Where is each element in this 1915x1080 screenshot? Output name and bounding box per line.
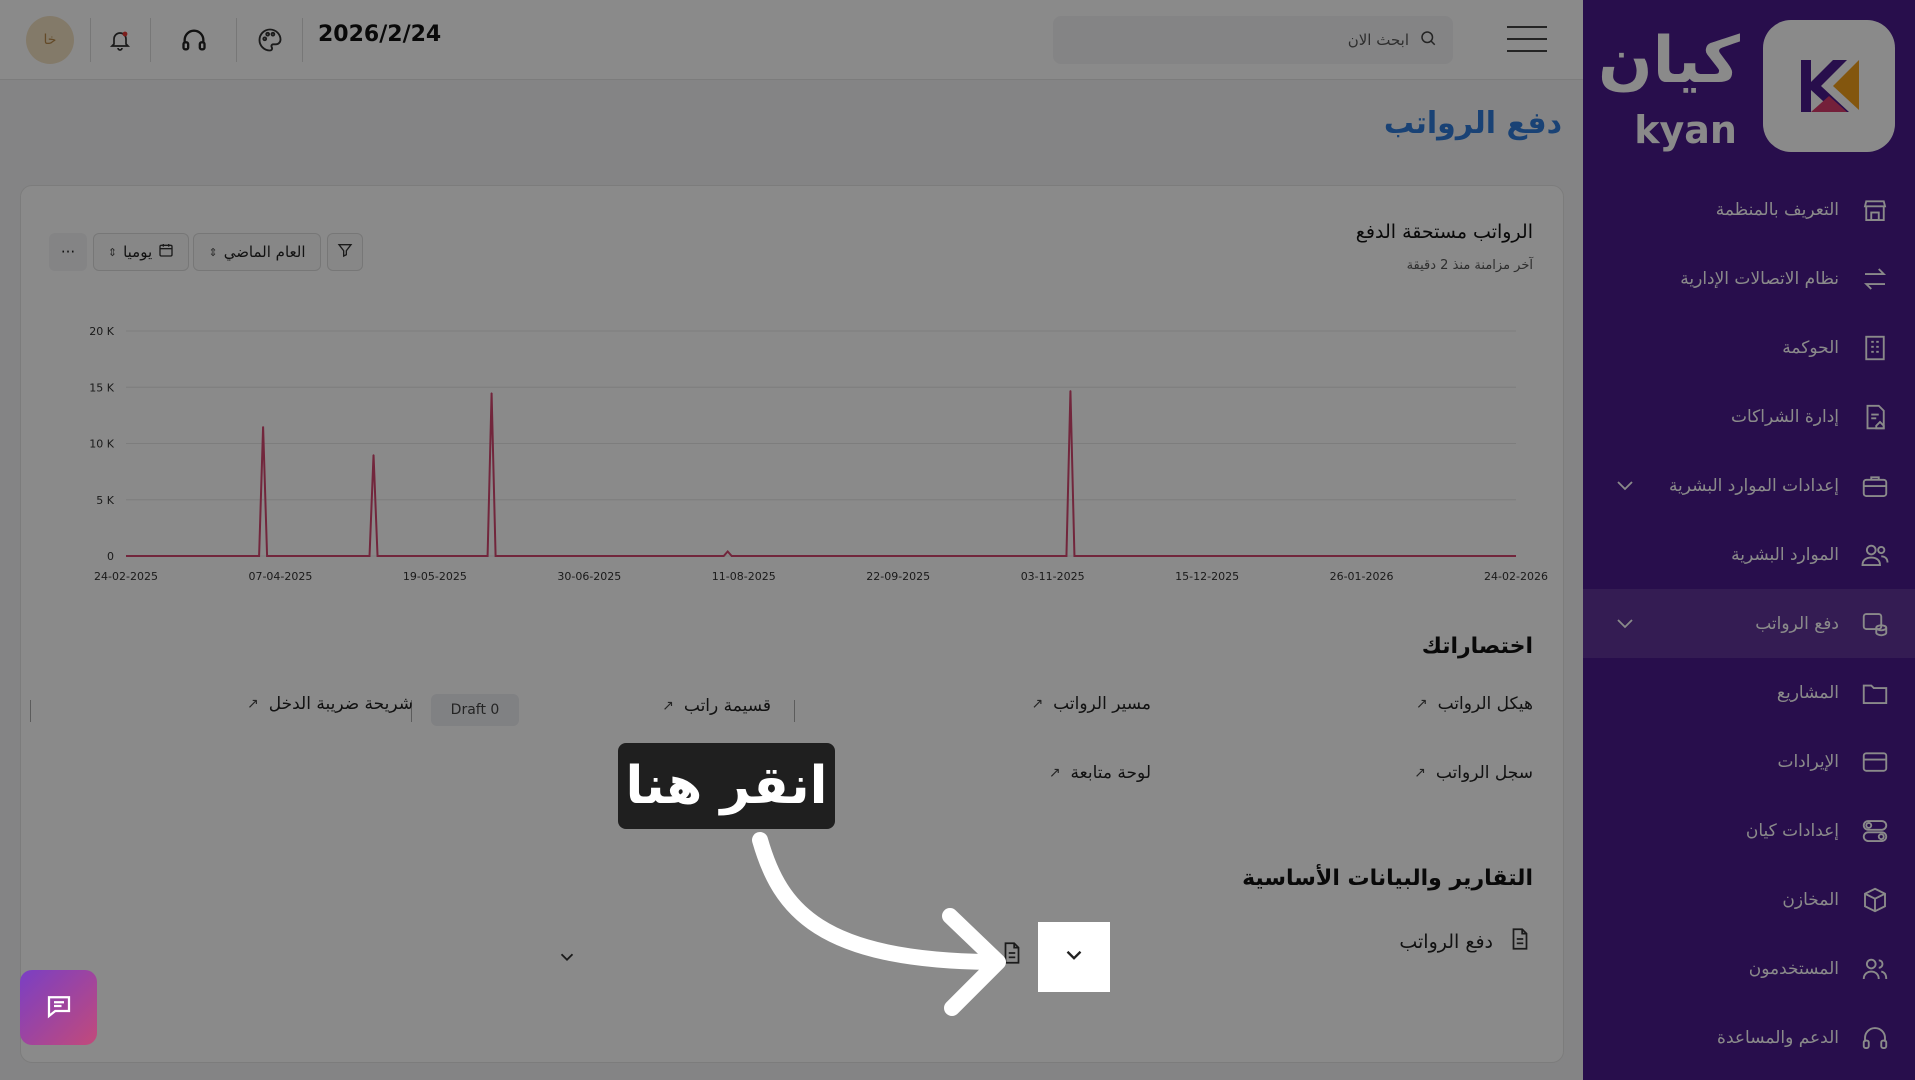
tutorial-tooltip: انقر هنا	[618, 743, 835, 829]
highlighted-expand-button[interactable]	[1038, 922, 1110, 992]
chat-icon	[44, 991, 74, 1025]
tutorial-arrow-icon	[752, 832, 1006, 1016]
chevron-down-icon	[1061, 942, 1087, 972]
chat-button[interactable]	[20, 970, 97, 1045]
